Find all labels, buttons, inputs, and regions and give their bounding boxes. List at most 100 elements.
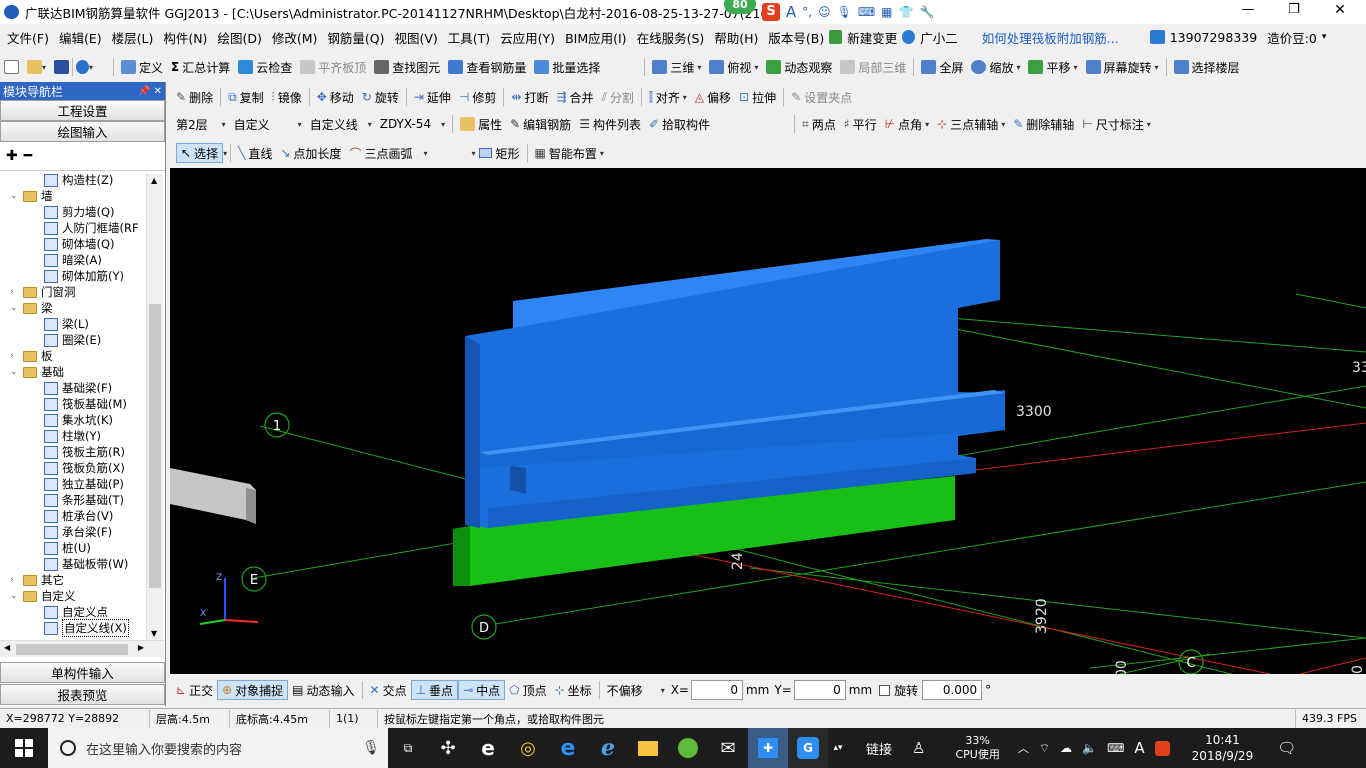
tree-folder[interactable]: › 板 — [10, 348, 53, 364]
tree-scrollbar[interactable]: ▲ ▼ — [146, 174, 163, 640]
tree-folder[interactable]: ⌄ 梁 — [10, 300, 53, 316]
ime-indicator[interactable]: A — [1134, 739, 1144, 757]
taskbar-search[interactable]: 在这里输入你要搜索的内容 🎙 — [48, 728, 388, 768]
open-folder-icon[interactable] — [27, 60, 42, 74]
notification-badge[interactable]: 80 — [724, 0, 756, 14]
split-button[interactable]: ⫽ 分割 — [598, 87, 638, 107]
pan-button[interactable]: 平移 ▾ — [1024, 57, 1081, 77]
task-view-icon[interactable]: ⧉ — [388, 728, 428, 768]
floor-select[interactable]: 第2层 ▾ — [172, 116, 230, 133]
save-icon[interactable] — [54, 60, 70, 74]
line-button[interactable]: ╲ 直线 — [234, 143, 276, 163]
edit-rebar-button[interactable]: ✎ 编辑钢筋 — [506, 114, 575, 134]
tree-item[interactable]: 暗梁(A) — [44, 252, 102, 268]
restore-button[interactable]: ❐ — [1274, 2, 1314, 17]
clock[interactable]: 10:41 2018/9/29 — [1192, 732, 1254, 764]
tree-item[interactable]: 砌体墙(Q) — [44, 236, 115, 252]
tree-item[interactable]: 圈梁(E) — [44, 332, 101, 348]
green-app-icon[interactable] — [668, 728, 708, 768]
minimize-button[interactable]: — — [1228, 2, 1268, 17]
rotate-input[interactable] — [922, 680, 983, 700]
3d-viewport[interactable]: 1 E D C 3300 33 24 3920 00 0 Z X — [170, 168, 1366, 674]
fullscreen-button[interactable]: 全屏 — [917, 57, 967, 77]
ortho-toggle[interactable]: ⊾ 正交 — [172, 680, 217, 700]
extend-button[interactable]: ⇥ 延伸 — [410, 87, 455, 107]
menu-assistant[interactable]: 广小二 — [915, 28, 963, 47]
notification-center-icon[interactable]: 🗨 — [1277, 739, 1296, 757]
x-input[interactable] — [690, 680, 743, 700]
align-slab-top-button[interactable]: 平齐板顶 — [296, 57, 370, 77]
expand-icon[interactable]: › — [10, 351, 19, 361]
links-toolbar[interactable]: 链接 — [866, 739, 892, 758]
rectangle-button[interactable]: 矩形 — [475, 143, 523, 163]
zoom-button[interactable]: 缩放 ▾ — [967, 57, 1024, 77]
properties-button[interactable]: 属性 — [456, 114, 506, 134]
tree-item[interactable]: 筏板基础(M) — [44, 396, 127, 412]
help-link[interactable]: 如何处理筏板附加钢筋... — [977, 28, 1124, 47]
glodon-app-icon[interactable]: ✚ — [748, 728, 788, 768]
dynamic-input-toggle[interactable]: ▤ 动态输入 — [288, 680, 358, 700]
menu-cloud[interactable]: 云应用(Y) — [495, 28, 560, 47]
sogou-s-icon[interactable]: S — [762, 3, 780, 21]
tree-folder[interactable]: › 门窗洞 — [10, 284, 76, 300]
dimension-button[interactable]: ⊢ 尺寸标注 ▾ — [1078, 114, 1154, 134]
menu-rebar[interactable]: 钢筋量(Q) — [322, 28, 389, 47]
punct-icon[interactable]: °, — [802, 5, 812, 19]
perpendicular-snap[interactable]: ⊥ 垂点 — [410, 680, 459, 700]
expand-all-icon[interactable]: ✚ — [6, 148, 18, 164]
coordinate-snap[interactable]: ⊹ 坐标 — [551, 680, 596, 700]
ime-a-icon[interactable]: A — [786, 3, 796, 21]
delete-button[interactable]: ✎ 删除 — [172, 87, 217, 107]
collapse-icon[interactable]: ⌄ — [10, 591, 19, 601]
menu-edit[interactable]: 编辑(E) — [54, 28, 107, 47]
tree-item[interactable]: 集水坑(K) — [44, 412, 113, 428]
tree-item[interactable]: 梁(L) — [44, 316, 89, 332]
tree-item[interactable]: 自定义点 — [44, 604, 108, 620]
smart-layout-button[interactable]: ▦ 智能布置 ▾ — [531, 143, 608, 163]
pick-component-button[interactable]: ✐ 拾取构件 — [645, 114, 714, 134]
tree-item[interactable]: 筏板主筋(R) — [44, 444, 125, 460]
glodon-g-icon[interactable]: G — [788, 728, 828, 768]
onedrive-icon[interactable]: ☁ — [1060, 741, 1072, 755]
price-beans[interactable]: 造价豆:0 — [1262, 28, 1322, 47]
undo-icon[interactable] — [76, 60, 90, 74]
tree-item[interactable]: 独立基础(P) — [44, 476, 124, 492]
tree-item[interactable]: 自定义线(X) — [44, 619, 129, 637]
find-element-button[interactable]: 查找图元 — [370, 57, 444, 77]
ie-icon[interactable]: ℯ — [588, 728, 628, 768]
move-button[interactable]: ✥ 移动 — [313, 87, 358, 107]
tree-item[interactable]: 人防门框墙(RF — [44, 220, 139, 236]
expand-icon[interactable]: › — [10, 575, 19, 585]
tree-item[interactable]: 桩(U) — [44, 540, 91, 556]
sogou-tray-icon[interactable] — [1154, 740, 1170, 756]
wrench-icon[interactable]: 🔧 — [919, 5, 934, 19]
browser-swirl-icon[interactable]: ◎ — [508, 728, 548, 768]
collapse-icon[interactable]: ⌄ — [10, 367, 19, 377]
point-length-button[interactable]: ↘ 点加长度 — [276, 143, 345, 163]
offset-select[interactable]: 不偏移 ▾ — [603, 682, 669, 699]
tree-item[interactable]: 剪力墙(Q) — [44, 204, 115, 220]
intersection-snap[interactable]: ✕ 交点 — [366, 680, 411, 700]
taskbar-scroll-icon[interactable]: ▴▾ — [828, 728, 848, 768]
merge-button[interactable]: ⇶ 合并 — [552, 87, 597, 107]
select-floor-button[interactable]: 选择楼层 — [1170, 57, 1244, 77]
view-rebar-button[interactable]: 查看钢筋量 — [444, 57, 530, 77]
tree-folder[interactable]: › 其它 — [10, 572, 64, 588]
menu-modify[interactable]: 修改(M) — [267, 28, 323, 47]
keyboard-tray-icon[interactable]: ⌨ — [1107, 741, 1124, 755]
menu-version[interactable]: 版本号(B) — [763, 28, 829, 47]
three-point-axis-button[interactable]: ⊹ 三点辅轴 ▾ — [933, 114, 1009, 134]
tray-chevron-icon[interactable]: ︿ — [1018, 740, 1029, 756]
menu-floor[interactable]: 楼层(L) — [107, 28, 159, 47]
tree-item[interactable]: 柱墩(Y) — [44, 428, 101, 444]
edge-icon[interactable]: e — [468, 728, 508, 768]
rotate-button[interactable]: ↻ 旋转 — [358, 87, 403, 107]
copy-button[interactable]: ⧉ 复制 — [224, 87, 268, 107]
tree-item[interactable]: 基础板带(W) — [44, 556, 128, 572]
single-component-input-button[interactable]: 单构件输入 — [0, 662, 165, 683]
microphone-icon[interactable]: 🎙 — [362, 740, 388, 756]
two-point-axis-button[interactable]: ⌗ 两点 — [798, 114, 840, 134]
close-button[interactable]: ✕ — [1320, 2, 1360, 18]
y-input[interactable] — [793, 680, 846, 700]
menu-tools[interactable]: 工具(T) — [443, 28, 495, 47]
